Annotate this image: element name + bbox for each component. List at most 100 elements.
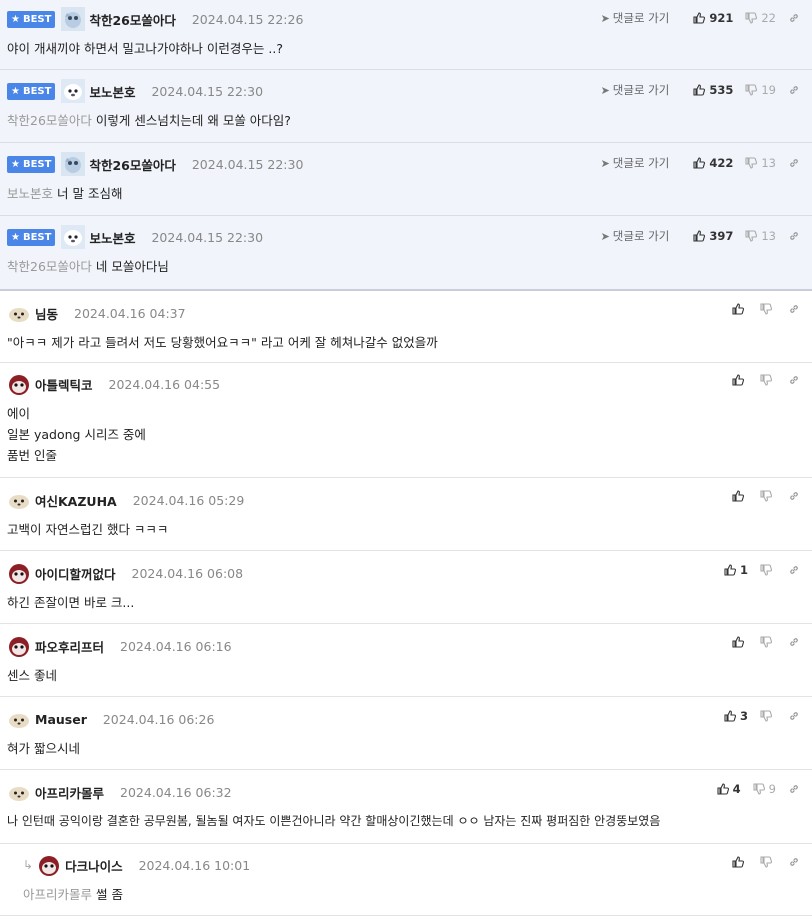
avatar[interactable] — [7, 780, 31, 804]
best-badge: ★ BEST — [7, 228, 56, 246]
avatar[interactable] — [7, 561, 31, 585]
upvote-button[interactable]: 1 — [724, 563, 748, 577]
comment-text: 썰 좀 — [96, 887, 123, 902]
downvote-button[interactable] — [760, 490, 776, 502]
avatar[interactable] — [61, 7, 86, 31]
link-icon — [790, 159, 798, 167]
comment: 아프리카몰루 2024.04.16 06:32 4 9 나 인턴때 공익이랑 결… — [0, 770, 812, 844]
comment-date: 2024.04.15 22:26 — [191, 11, 304, 27]
avatar[interactable] — [7, 372, 31, 396]
author-nickname[interactable]: 착한26모쏠아다 — [89, 10, 175, 29]
author-nickname[interactable]: 님동 — [35, 304, 58, 323]
share-link-button[interactable] — [788, 710, 800, 722]
author-nickname[interactable]: 다크나이스 — [65, 856, 123, 875]
share-link-button[interactable] — [788, 84, 800, 96]
upvote-button[interactable]: 921 — [693, 11, 733, 25]
comment-date: 2024.04.16 05:29 — [132, 492, 245, 508]
downvote-button[interactable] — [760, 564, 776, 576]
thumbs-up-icon — [717, 783, 729, 795]
share-link-button[interactable] — [788, 564, 800, 576]
downvote-button[interactable] — [760, 636, 776, 648]
upvote-button[interactable]: 4 — [717, 782, 741, 796]
comment-text-line: 고백이 자연스럽긴 했다 ㅋㅋㅋ — [7, 522, 169, 537]
goto-comment-link[interactable]: ➤ 댓글로 가기 — [601, 82, 670, 98]
avatar[interactable] — [7, 707, 31, 731]
upvote-button[interactable]: 422 — [693, 156, 733, 170]
author-nickname[interactable]: 여신KAZUHA — [35, 491, 117, 510]
avatar[interactable] — [7, 488, 31, 512]
thumbs-down-icon — [753, 783, 765, 795]
upvote-count: 397 — [709, 229, 734, 243]
avatar[interactable] — [61, 225, 86, 249]
comment-date: 2024.04.16 06:32 — [120, 784, 232, 800]
upvote-button[interactable] — [732, 374, 748, 386]
share-link-button[interactable] — [788, 490, 800, 502]
share-link-button[interactable] — [788, 12, 800, 24]
comment: 아틀렉틱코 2024.04.16 04:55 에이 일본 yadong 시리즈 … — [0, 363, 812, 478]
downvote-button[interactable] — [760, 856, 776, 868]
comment-text: 이렇게 센스넘치는데 왜 모쏠 아다임? — [95, 113, 291, 128]
upvote-button[interactable] — [732, 856, 748, 868]
upvote-count: 422 — [709, 156, 734, 170]
share-link-button[interactable] — [788, 374, 800, 386]
link-icon — [790, 14, 798, 22]
share-link-button[interactable] — [788, 303, 800, 315]
goto-comment-link[interactable]: ➤ 댓글로 가기 — [601, 10, 670, 26]
comment-text-line: 하긴 존잘이면 바로 크... — [7, 595, 135, 610]
thumbs-down-icon — [745, 157, 758, 169]
share-link-button[interactable] — [788, 157, 800, 169]
downvote-button[interactable]: 9 — [753, 782, 776, 796]
author-nickname[interactable]: 아프리카몰루 — [35, 783, 104, 802]
avatar[interactable] — [7, 634, 31, 658]
mention-nickname[interactable]: 보노본호 — [7, 186, 53, 201]
link-icon — [790, 858, 798, 866]
avatar[interactable] — [61, 79, 86, 103]
thumbs-down-icon — [760, 856, 772, 868]
comment: Mauser 2024.04.16 06:26 3 혀가 짧으시네 — [0, 697, 812, 770]
comment-text-line: 센스 좋네 — [7, 668, 57, 683]
downvote-button[interactable]: 13 — [745, 229, 776, 243]
downvote-count: 13 — [761, 156, 776, 170]
upvote-button[interactable] — [732, 303, 748, 315]
upvote-button[interactable] — [732, 636, 748, 648]
author-nickname[interactable]: 아이디할꺼없다 — [35, 564, 116, 583]
author-nickname[interactable]: 착한26모쏠아다 — [89, 155, 175, 174]
comment-date: 2024.04.16 06:26 — [102, 711, 215, 727]
share-link-button[interactable] — [788, 856, 800, 868]
author-nickname[interactable]: 파오후리프터 — [35, 637, 104, 656]
share-link-button[interactable] — [788, 230, 800, 242]
author-nickname[interactable]: 보노본호 — [89, 82, 135, 101]
downvote-button[interactable]: 22 — [745, 11, 776, 25]
share-link-button[interactable] — [788, 783, 800, 795]
avatar[interactable] — [37, 853, 62, 877]
downvote-button[interactable] — [760, 374, 776, 386]
link-icon — [790, 232, 798, 240]
reply-comment: ↳ 다크나이스 2024.04.16 10:01 아프리카몰루 썰 좀 — [0, 844, 812, 916]
star-icon: ★ — [11, 158, 20, 170]
thumbs-up-icon — [732, 374, 744, 386]
mention-nickname[interactable]: 아프리카몰루 — [23, 887, 92, 902]
share-link-button[interactable] — [788, 636, 800, 648]
upvote-button[interactable]: 3 — [724, 709, 748, 723]
upvote-count: 3 — [739, 709, 748, 723]
author-nickname[interactable]: Mauser — [35, 712, 87, 727]
mention-nickname[interactable]: 착한26모쏠아다 — [7, 113, 92, 128]
avatar[interactable] — [61, 152, 86, 176]
mention-nickname[interactable]: 착한26모쏠아다 — [7, 259, 92, 274]
comment-list: ★ BEST 착한26모쏠아다 2024.04.15 22:26 ➤ 댓글로 가기 … — [0, 0, 812, 916]
author-nickname[interactable]: 보노본호 — [89, 228, 135, 247]
avatar[interactable] — [7, 301, 31, 325]
comment-text-line: 에이 — [7, 406, 31, 421]
goto-comment-link[interactable]: ➤ 댓글로 가기 — [601, 155, 670, 171]
downvote-button[interactable] — [760, 710, 776, 722]
goto-comment-link[interactable]: ➤ 댓글로 가기 — [601, 228, 670, 244]
comment: 님동 2024.04.16 04:37 "아ㅋㅋ 제가 라고 들려서 저도 당황… — [0, 291, 812, 363]
upvote-button[interactable]: 397 — [693, 229, 733, 243]
upvote-button[interactable] — [732, 490, 748, 502]
upvote-button[interactable]: 535 — [693, 83, 733, 97]
downvote-button[interactable] — [760, 303, 776, 315]
thumbs-up-icon — [693, 157, 706, 169]
downvote-button[interactable]: 13 — [745, 156, 776, 170]
author-nickname[interactable]: 아틀렉틱코 — [35, 375, 93, 394]
downvote-button[interactable]: 19 — [745, 83, 776, 97]
